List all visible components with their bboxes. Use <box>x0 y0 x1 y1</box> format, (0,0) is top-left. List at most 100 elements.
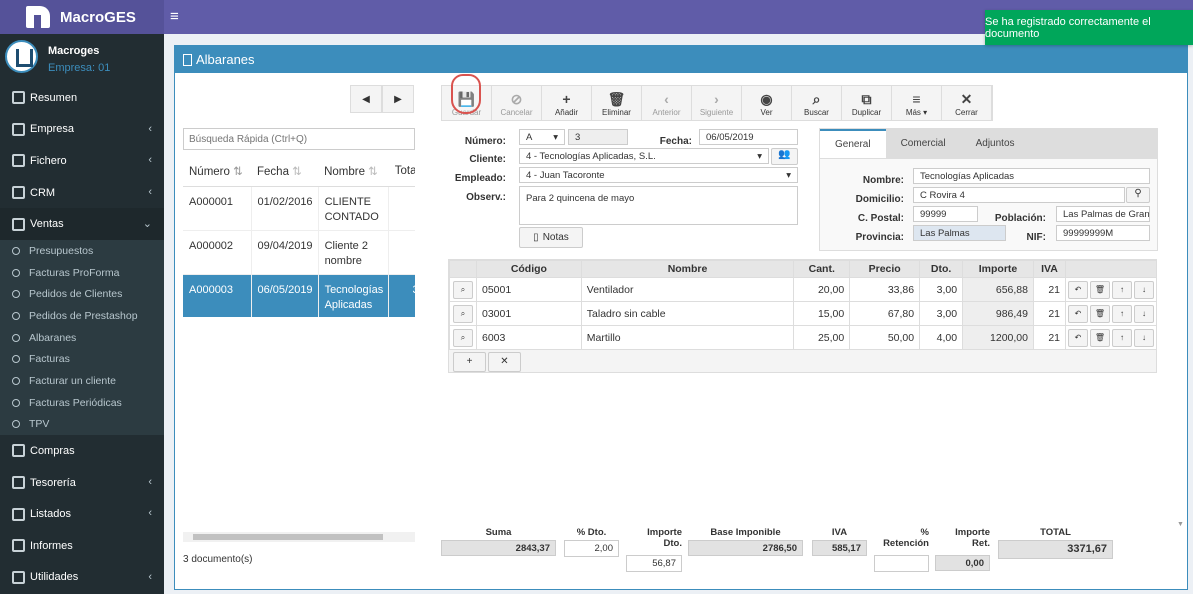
sidebar-subitem-facturar-cliente[interactable]: Facturar un cliente <box>0 370 164 392</box>
delete-button[interactable]: 🗑 Eliminar <box>592 86 642 120</box>
importe-dto-field[interactable]: 56,87 <box>626 555 682 572</box>
cell-cantidad[interactable]: 25,00 <box>793 325 851 350</box>
cell-precio[interactable]: 67,80 <box>849 301 921 326</box>
clients-button[interactable]: 👥 <box>771 148 798 165</box>
search-icon[interactable]: ⌕ <box>453 304 473 323</box>
sidebar-item-informes[interactable]: Informes <box>0 530 164 562</box>
tab-general[interactable]: General <box>820 129 886 158</box>
column-header-nombre[interactable]: Nombre ⇅ <box>318 156 389 187</box>
notes-button[interactable]: ▯ Notas <box>519 227 583 248</box>
table-row[interactable]: A00000101/02/2016CLIENTE CONTADO0 <box>183 186 415 231</box>
cell-codigo[interactable]: 6003 <box>476 325 582 350</box>
cell-codigo[interactable]: 05001 <box>476 277 582 302</box>
sidebar-subitem-presupuestos[interactable]: Presupuestos <box>0 240 164 262</box>
sidebar-item-empresa[interactable]: Empresa ‹ <box>0 114 164 146</box>
hamburger-menu-icon[interactable]: ≡ <box>170 8 179 25</box>
observ-textarea[interactable]: Para 2 quincena de mayo <box>519 186 798 225</box>
sidebar-subitem-pedidos-prestashop[interactable]: Pedidos de Prestashop <box>0 305 164 327</box>
next-button[interactable]: › Siguiente <box>692 86 742 120</box>
cell-dto[interactable]: 3,00 <box>919 301 964 326</box>
porcentaje-dto-field[interactable]: 2,00 <box>564 540 619 557</box>
nombre-field[interactable]: Tecnologías Aplicadas <box>913 168 1150 184</box>
trash-icon[interactable]: 🗑 <box>1090 304 1110 323</box>
sidebar-subitem-pedidos-clientes[interactable]: Pedidos de Clientes <box>0 283 164 305</box>
arrow-up-icon[interactable]: ↑ <box>1112 304 1132 323</box>
previous-button[interactable]: ‹ Anterior <box>642 86 692 120</box>
next-page-button[interactable]: ▶ <box>382 85 414 113</box>
cell-iva[interactable]: 21 <box>1032 325 1067 350</box>
cell-precio[interactable]: 50,00 <box>849 325 921 350</box>
sidebar-item-compras[interactable]: Compras <box>0 435 164 467</box>
cell-dto[interactable]: 4,00 <box>919 325 964 350</box>
sidebar-item-listados[interactable]: Listados ‹ <box>0 498 164 530</box>
sidebar-item-resumen[interactable]: Resumen <box>0 82 164 114</box>
search-button[interactable]: ⌕ Buscar <box>792 86 842 120</box>
scrollbar-thumb[interactable] <box>193 534 383 540</box>
sidebar-item-utilidades[interactable]: Utilidades ‹ <box>0 562 164 594</box>
cell-dto[interactable]: 3,00 <box>919 277 964 302</box>
sidebar-item-ventas[interactable]: Ventas ⌄ <box>0 208 164 240</box>
trash-icon[interactable]: 🗑 <box>1090 280 1110 299</box>
undo-icon[interactable]: ↶ <box>1068 328 1088 347</box>
search-icon[interactable]: ⌕ <box>453 280 473 299</box>
tab-adjuntos[interactable]: Adjuntos <box>961 129 1030 158</box>
fecha-field[interactable]: 06/05/2019 <box>699 129 798 145</box>
nif-field[interactable]: 99999999M <box>1056 225 1150 241</box>
table-row[interactable]: A00000209/04/2019Cliente 2 nombre220 <box>183 230 415 275</box>
sidebar-subitem-facturas[interactable]: Facturas <box>0 348 164 370</box>
duplicate-button[interactable]: ⧉ Duplicar <box>842 86 892 120</box>
undo-icon[interactable]: ↶ <box>1068 280 1088 299</box>
cell-precio[interactable]: 33,86 <box>849 277 921 302</box>
cell-nombre[interactable]: Martillo <box>580 325 795 350</box>
undo-icon[interactable]: ↶ <box>1068 304 1088 323</box>
view-button[interactable]: ◉ Ver <box>742 86 792 120</box>
cliente-select[interactable]: 4 - Tecnologías Aplicadas, S.L. ▾ <box>519 148 769 164</box>
close-button[interactable]: ✕ Cerrar <box>942 86 992 120</box>
cell-cantidad[interactable]: 15,00 <box>793 301 851 326</box>
poblacion-field[interactable]: Las Palmas de Gran <box>1056 206 1150 222</box>
cell-codigo[interactable]: 03001 <box>476 301 582 326</box>
column-header-fecha[interactable]: Fecha ⇅ <box>251 156 319 187</box>
arrow-up-icon[interactable]: ↑ <box>1112 328 1132 347</box>
domicilio-field[interactable]: C Rovira 4 <box>913 187 1125 203</box>
numero-field[interactable]: 3 <box>568 129 628 145</box>
arrow-down-icon[interactable]: ↓ <box>1134 280 1154 299</box>
quick-search-input[interactable] <box>183 128 415 150</box>
sidebar-subitem-tpv[interactable]: TPV <box>0 413 164 435</box>
arrow-up-icon[interactable]: ↑ <box>1112 280 1132 299</box>
table-row-selected[interactable]: A00000306/05/2019Tecnologías Aplicadas33… <box>183 274 415 317</box>
search-icon[interactable]: ⌕ <box>453 328 473 347</box>
sidebar-subitem-facturas-proforma[interactable]: Facturas ProForma <box>0 262 164 284</box>
column-header-total[interactable]: Total <box>388 156 415 187</box>
serie-select[interactable]: A ▾ <box>519 129 565 145</box>
add-line-button[interactable]: + <box>453 352 486 372</box>
app-logo[interactable]: MacroGES <box>0 0 164 34</box>
sidebar-item-crm[interactable]: CRM ‹ <box>0 177 164 209</box>
previous-page-button[interactable]: ◀ <box>350 85 382 113</box>
cell-nombre[interactable]: Ventilador <box>580 277 795 302</box>
vertical-scrollbar[interactable]: ▼ <box>1177 259 1187 534</box>
cancel-button[interactable]: ⊘ Cancelar <box>492 86 542 120</box>
sidebar-item-fichero[interactable]: Fichero ‹ <box>0 145 164 177</box>
empleado-select[interactable]: 4 - Juan Tacoronte ▾ <box>519 167 798 183</box>
cpostal-field[interactable]: 99999 <box>913 206 978 222</box>
map-marker-button[interactable]: ⚲ <box>1126 187 1150 203</box>
remove-line-button[interactable]: ✕ <box>488 352 521 372</box>
arrow-down-icon[interactable]: ↓ <box>1134 328 1154 347</box>
more-button[interactable]: ≡ Más ▾ <box>892 86 942 120</box>
cell-nombre[interactable]: Taladro sin cable <box>580 301 795 326</box>
cell-cantidad[interactable]: 20,00 <box>793 277 851 302</box>
arrow-down-icon[interactable]: ↓ <box>1134 304 1154 323</box>
column-header-numero[interactable]: Número ⇅ <box>183 156 251 187</box>
sidebar-item-tesoreria[interactable]: Tesorería ‹ <box>0 467 164 499</box>
tab-comercial[interactable]: Comercial <box>886 129 961 158</box>
sidebar-subitem-facturas-periodicas[interactable]: Facturas Periódicas <box>0 392 164 414</box>
list-horizontal-scrollbar[interactable] <box>183 532 415 542</box>
retencion-field[interactable] <box>874 555 929 572</box>
trash-icon[interactable]: 🗑 <box>1090 328 1110 347</box>
cell-iva[interactable]: 21 <box>1032 277 1067 302</box>
provincia-field[interactable]: Las Palmas <box>913 225 1006 241</box>
cell-iva[interactable]: 21 <box>1032 301 1067 326</box>
sidebar-subitem-albaranes[interactable]: Albaranes <box>0 327 164 349</box>
add-button[interactable]: + Añadir <box>542 86 592 120</box>
